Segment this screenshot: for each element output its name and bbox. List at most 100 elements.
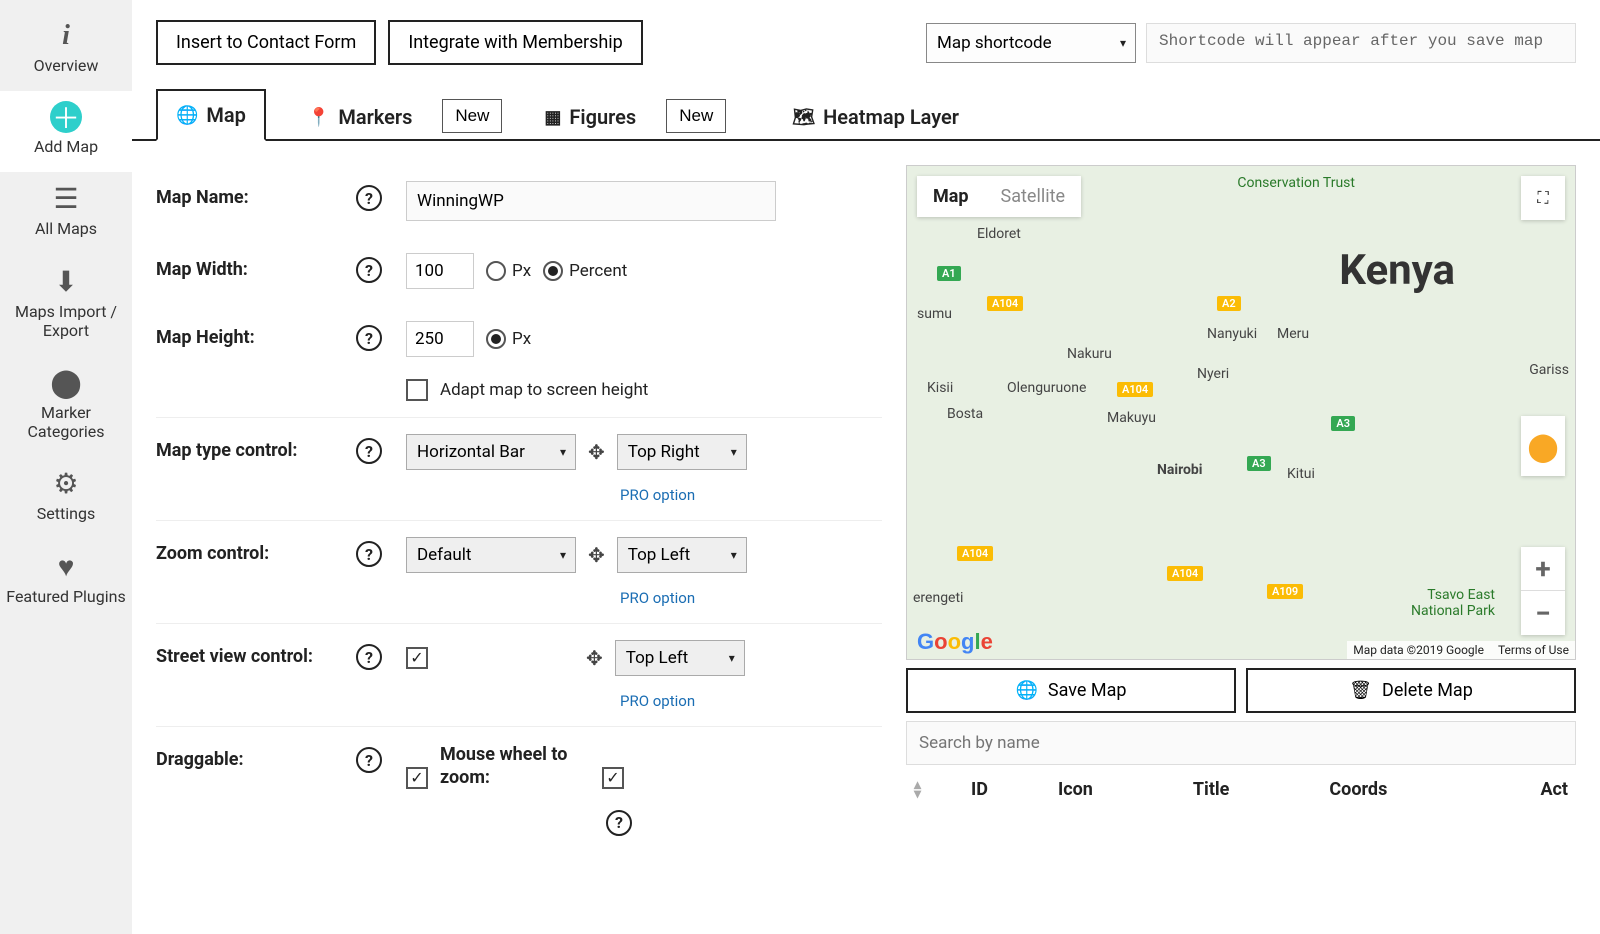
delete-map-button[interactable]: 🗑 Delete Map bbox=[1246, 668, 1576, 713]
road-badge: A109 bbox=[1267, 584, 1303, 599]
city-label: sumu bbox=[917, 306, 952, 322]
road-badge: A104 bbox=[1117, 382, 1153, 397]
integrate-membership-button[interactable]: Integrate with Membership bbox=[388, 20, 642, 65]
shortcode-type-select[interactable]: Map shortcode bbox=[926, 23, 1136, 63]
pro-option-link[interactable]: PRO option bbox=[620, 589, 882, 607]
sidebar-item-featured-plugins[interactable]: ♥ Featured Plugins bbox=[0, 540, 132, 622]
sidebar-item-add-map[interactable]: ＋ Add Map bbox=[0, 91, 132, 172]
radio-icon bbox=[543, 261, 563, 281]
help-icon[interactable]: ? bbox=[356, 325, 382, 351]
radio-icon bbox=[486, 261, 506, 281]
city-label: Kitui bbox=[1287, 466, 1315, 482]
wheel-zoom-checkbox[interactable] bbox=[602, 767, 624, 789]
zoom-position-select[interactable]: Top Left bbox=[617, 537, 747, 573]
road-badge: A104 bbox=[1167, 566, 1203, 581]
map-width-input[interactable] bbox=[406, 253, 474, 289]
sort-icon[interactable]: ▴▾ bbox=[914, 781, 921, 798]
road-badge: A2 bbox=[1217, 296, 1241, 311]
help-icon[interactable]: ? bbox=[356, 257, 382, 283]
width-px-radio[interactable]: Px bbox=[486, 261, 531, 281]
pro-option-link[interactable]: PRO option bbox=[620, 692, 882, 710]
road-badge: A3 bbox=[1331, 416, 1355, 431]
layers-icon: 🗺 bbox=[792, 107, 815, 128]
col-coords[interactable]: Coords bbox=[1329, 779, 1387, 800]
sidebar-item-overview[interactable]: i Overview bbox=[0, 10, 132, 91]
sidebar-item-import-export[interactable]: ⬇ Maps Import / Export bbox=[0, 255, 132, 356]
wheel-zoom-label: Mouse wheel to zoom: bbox=[440, 743, 590, 790]
place-label: Tsavo East National Park bbox=[1385, 588, 1495, 619]
city-label: Bosta bbox=[947, 406, 983, 422]
sidebar-item-marker-categories[interactable]: ⬤ Marker Categories bbox=[0, 356, 132, 457]
adapt-height-label: Adapt map to screen height bbox=[440, 380, 648, 400]
tab-label: Markers bbox=[338, 105, 412, 129]
road-badge: A104 bbox=[957, 546, 993, 561]
search-markers-input[interactable] bbox=[906, 721, 1576, 765]
map-view-button[interactable]: Map bbox=[917, 176, 985, 217]
radio-icon bbox=[486, 329, 506, 349]
pegman-icon: ⬤ bbox=[1527, 430, 1558, 463]
city-label: Makuyu bbox=[1107, 410, 1156, 426]
gear-icon: ⚙ bbox=[4, 467, 128, 500]
zoom-select[interactable]: Default bbox=[406, 537, 576, 573]
form-panel: Map Name: ? Map Width: ? Px Percent bbox=[156, 165, 882, 891]
tab-figures[interactable]: ▦ Figures bbox=[526, 93, 654, 141]
tab-heatmap[interactable]: 🗺 Heatmap Layer bbox=[774, 93, 977, 141]
heart-icon: ♥ bbox=[4, 550, 128, 583]
adapt-height-checkbox[interactable] bbox=[406, 379, 428, 401]
terms-link[interactable]: Terms of Use bbox=[1498, 643, 1569, 657]
tab-label: Map bbox=[206, 103, 246, 127]
street-view-checkbox[interactable] bbox=[406, 647, 428, 669]
city-label: erengeti bbox=[913, 590, 963, 606]
help-icon[interactable]: ? bbox=[356, 438, 382, 464]
zoom-control: + − bbox=[1521, 547, 1565, 635]
zoom-control-label: Zoom control: bbox=[156, 537, 356, 564]
globe-icon: 🌐 bbox=[1016, 680, 1038, 701]
fullscreen-button[interactable]: ⛶ bbox=[1521, 176, 1565, 220]
col-title[interactable]: Title bbox=[1193, 779, 1230, 800]
help-icon[interactable]: ? bbox=[606, 810, 632, 836]
help-icon[interactable]: ? bbox=[356, 541, 382, 567]
help-icon[interactable]: ? bbox=[356, 185, 382, 211]
zoom-out-button[interactable]: − bbox=[1521, 591, 1565, 635]
new-marker-button[interactable]: New bbox=[442, 99, 502, 133]
col-icon[interactable]: Icon bbox=[1058, 779, 1093, 800]
map-name-label: Map Name: bbox=[156, 181, 356, 208]
map-height-input[interactable] bbox=[406, 321, 474, 357]
city-label: Nairobi bbox=[1157, 462, 1202, 478]
map-credits: Map data ©2019 Google Terms of Use bbox=[1347, 641, 1575, 659]
pegman-button[interactable]: ⬤ bbox=[1521, 416, 1565, 476]
save-map-button[interactable]: 🌐 Save Map bbox=[906, 668, 1236, 713]
help-icon[interactable]: ? bbox=[356, 747, 382, 773]
map-preview[interactable]: Map Satellite ⛶ ⬤ + − Kenya Conservation… bbox=[906, 165, 1576, 660]
satellite-view-button[interactable]: Satellite bbox=[985, 176, 1081, 217]
top-toolbar: Insert to Contact Form Integrate with Me… bbox=[132, 20, 1600, 83]
city-label: Olenguruone bbox=[1007, 380, 1086, 396]
map-type-control-label: Map type control: bbox=[156, 434, 356, 461]
pro-option-link[interactable]: PRO option bbox=[620, 486, 882, 504]
tab-markers[interactable]: 📍 Markers bbox=[290, 93, 430, 141]
col-actions[interactable]: Act bbox=[1540, 779, 1568, 800]
map-type-select[interactable]: Horizontal Bar bbox=[406, 434, 576, 470]
width-percent-radio[interactable]: Percent bbox=[543, 261, 627, 281]
city-label: Gariss bbox=[1529, 362, 1569, 378]
height-px-radio[interactable]: Px bbox=[486, 329, 531, 349]
move-icon[interactable]: ✥ bbox=[588, 543, 605, 567]
sidebar-label: Marker Categories bbox=[4, 403, 128, 441]
road-badge: A1 bbox=[937, 266, 961, 281]
move-icon[interactable]: ✥ bbox=[586, 646, 603, 670]
help-icon[interactable]: ? bbox=[356, 644, 382, 670]
map-type-position-select[interactable]: Top Right bbox=[617, 434, 747, 470]
sidebar-item-all-maps[interactable]: ☰ All Maps bbox=[0, 172, 132, 254]
street-view-position-select[interactable]: Top Left bbox=[615, 640, 745, 676]
move-icon[interactable]: ✥ bbox=[588, 440, 605, 464]
plus-circle-icon: ＋ bbox=[50, 101, 82, 133]
map-name-input[interactable] bbox=[406, 181, 776, 221]
tab-map[interactable]: 🌐 Map bbox=[156, 89, 266, 141]
sidebar-item-settings[interactable]: ⚙ Settings bbox=[0, 457, 132, 539]
sidebar-label: Add Map bbox=[4, 137, 128, 156]
new-figure-button[interactable]: New bbox=[666, 99, 726, 133]
draggable-checkbox[interactable] bbox=[406, 767, 428, 789]
col-id[interactable]: ID bbox=[971, 779, 988, 800]
insert-contact-form-button[interactable]: Insert to Contact Form bbox=[156, 20, 376, 65]
zoom-in-button[interactable]: + bbox=[1521, 547, 1565, 591]
